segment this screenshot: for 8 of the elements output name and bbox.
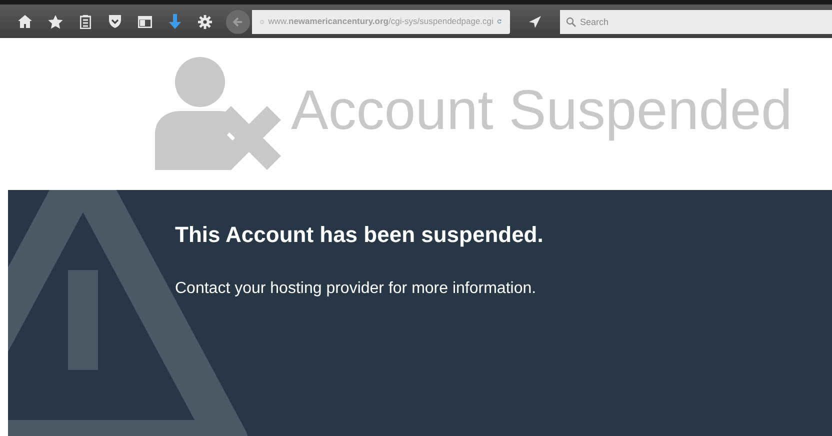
url-text: www.newamericancentury.org/cgi-sys/suspendedpage.cgi bbox=[268, 15, 494, 28]
back-arrow-icon bbox=[233, 16, 243, 26]
address-bar[interactable]: www.newamericancentury.org/cgi-sys/suspendedpage.cgi bbox=[252, 10, 510, 34]
back-button[interactable] bbox=[226, 10, 250, 34]
suspended-heading: This Account has been suspended. bbox=[175, 221, 544, 249]
search-field[interactable]: Search bbox=[560, 10, 832, 34]
contact-message: Contact your hosting provider for more information. bbox=[175, 279, 538, 299]
search-icon bbox=[566, 16, 576, 26]
